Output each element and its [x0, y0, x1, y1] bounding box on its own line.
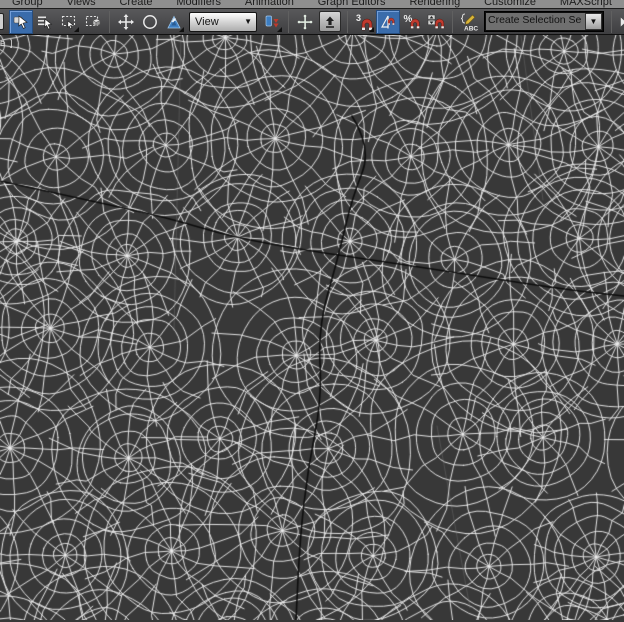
svg-text:3: 3	[356, 13, 361, 23]
window-crossing-toggle-button[interactable]	[81, 10, 105, 34]
select-and-manipulate-icon	[297, 14, 313, 29]
menu-items: Group Views Create Modifiers Animation Graph …	[0, 0, 624, 8]
spinner-snap-toggle-button[interactable]	[424, 10, 448, 34]
flyout-corner	[74, 26, 79, 32]
keyboard-shortcut-override-button[interactable]	[319, 11, 341, 32]
flyout-corner	[179, 26, 184, 32]
edit-named-selection-sets-button[interactable]: ABC	[457, 10, 481, 34]
select-object-icon	[13, 14, 28, 29]
partial-toolbar-button[interactable]	[0, 10, 9, 34]
toolbar-separator	[288, 10, 289, 33]
select-by-name-icon	[38, 16, 53, 30]
named-selection-set-dropdown-button[interactable]: ▼	[585, 13, 602, 30]
percent-snap-toggle-button[interactable]: %	[400, 10, 424, 34]
snap-toggle-3d-button[interactable]: 3	[352, 10, 376, 34]
flyout-corner	[277, 26, 282, 32]
menu-item[interactable]: Views	[66, 0, 95, 8]
menu-item[interactable]: Modifiers	[176, 0, 221, 8]
mirror-button[interactable]	[616, 10, 624, 34]
rectangular-selection-region-button[interactable]	[57, 10, 81, 34]
select-and-scale-button[interactable]	[162, 10, 186, 34]
menu-bar: Group Views Create Modifiers Animation Graph …	[0, 0, 624, 9]
named-selection-set-value[interactable]: Create Selection Se	[486, 13, 585, 30]
chevron-down-icon: ▼	[589, 17, 598, 26]
wireframe-mesh-canvas[interactable]	[0, 35, 624, 620]
reference-coordinate-system-value: View	[195, 15, 219, 28]
select-and-rotate-button[interactable]	[138, 10, 162, 34]
toolbar-separator	[452, 10, 453, 33]
select-and-rotate-icon	[143, 14, 157, 29]
reference-coordinate-system-dropdown[interactable]: View ▼	[189, 11, 257, 32]
select-and-manipulate-button[interactable]	[293, 10, 317, 34]
window-crossing-icon	[85, 15, 101, 26]
viewport-label-partial: e ]	[0, 38, 14, 49]
menu-item[interactable]: Graph Editors	[318, 0, 386, 8]
named-selection-sets-icon: ABC	[460, 13, 478, 32]
toolbar-separator	[347, 10, 348, 33]
named-sets-abc-text: ABC	[464, 25, 478, 32]
toolbar-separator	[109, 10, 110, 33]
menu-item[interactable]: Rendering	[409, 0, 460, 8]
flyout-corner	[369, 26, 374, 32]
spinner-snap-icon	[427, 14, 445, 29]
use-pivot-point-center-button[interactable]	[260, 10, 284, 34]
menu-item[interactable]: MAXScript	[560, 0, 612, 8]
select-and-move-button[interactable]	[114, 10, 138, 34]
main-toolbar: View ▼ 3 % ABC Create Selection Se ▼	[0, 9, 624, 35]
percent-snap-icon: %	[404, 14, 420, 29]
menu-item[interactable]: Group	[12, 0, 43, 8]
select-by-name-button[interactable]	[33, 10, 57, 34]
menu-item[interactable]: Create	[119, 0, 152, 8]
angle-snap-toggle-button[interactable]	[376, 9, 400, 34]
select-and-move-icon	[118, 13, 134, 30]
chevron-down-icon: ▼	[244, 17, 252, 26]
menu-item[interactable]: Animation	[245, 0, 294, 8]
keyboard-override-icon	[326, 16, 334, 28]
named-selection-set-combo[interactable]: Create Selection Se ▼	[484, 11, 604, 32]
menu-item[interactable]: Customize	[484, 0, 536, 8]
angle-snap-icon	[380, 15, 395, 28]
mirror-icon	[620, 15, 624, 28]
partial-button-icon	[0, 12, 4, 30]
viewport[interactable]: e ]	[0, 35, 624, 620]
toolbar-separator	[611, 10, 612, 33]
select-object-button[interactable]	[9, 9, 33, 34]
